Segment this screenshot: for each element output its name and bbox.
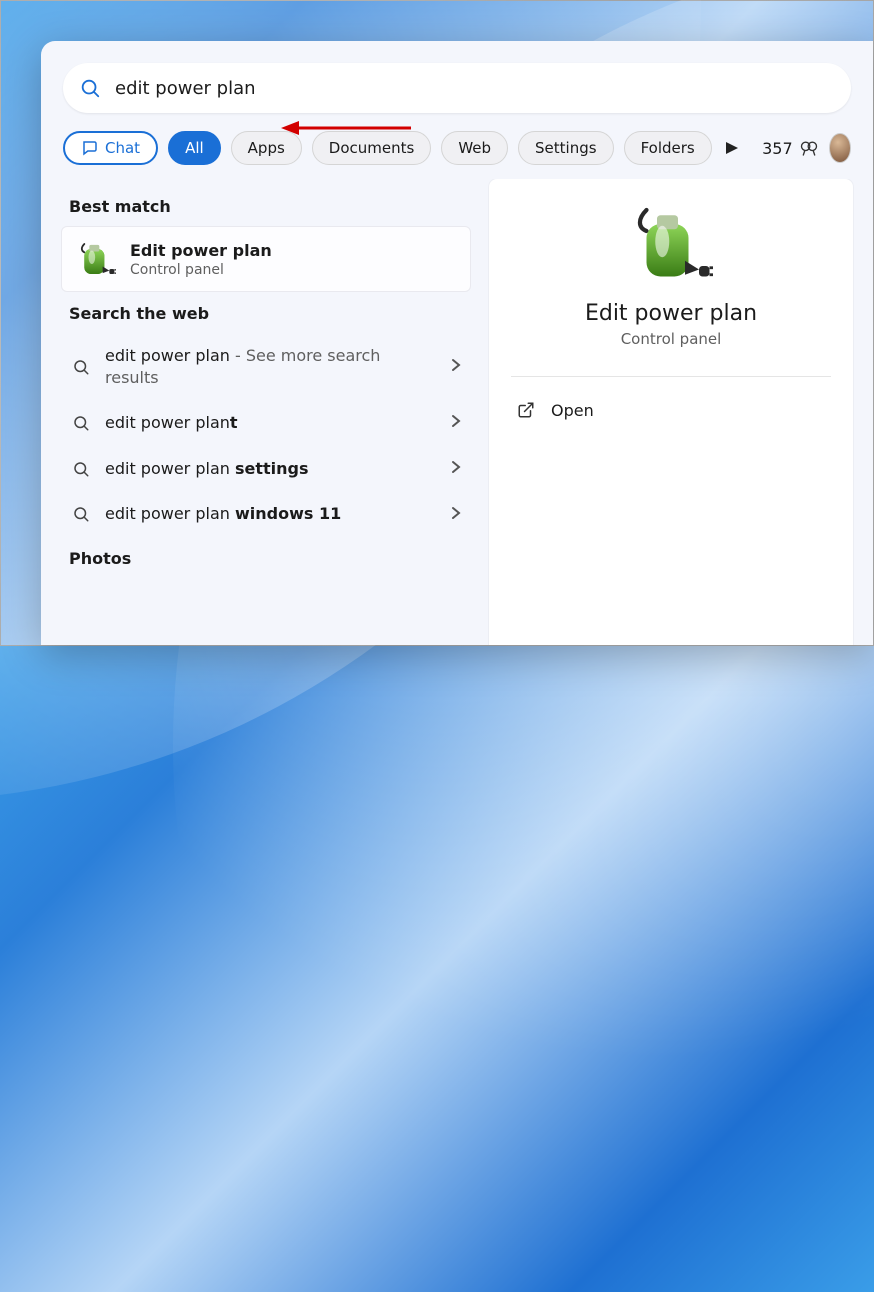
filter-label: Web bbox=[458, 139, 491, 157]
divider bbox=[511, 376, 831, 377]
filter-label: Apps bbox=[248, 139, 285, 157]
search-icon bbox=[71, 504, 91, 524]
filter-label: Documents bbox=[329, 139, 415, 157]
preview-panel: Edit power plan Control panel Open bbox=[489, 179, 853, 645]
search-icon bbox=[71, 357, 91, 377]
best-match-title: Edit power plan bbox=[130, 241, 272, 260]
preview-title: Edit power plan bbox=[489, 301, 853, 326]
power-plan-large-icon bbox=[629, 203, 713, 287]
best-match-subtitle: Control panel bbox=[130, 262, 272, 278]
rewards-points[interactable]: 357 bbox=[762, 138, 819, 158]
filter-bar: Chat All Apps Documents Web Settings Fol… bbox=[41, 113, 873, 179]
filter-all[interactable]: All bbox=[168, 131, 221, 165]
filter-folders[interactable]: Folders bbox=[624, 131, 712, 165]
search-icon bbox=[71, 413, 91, 433]
chevron-right-icon bbox=[451, 505, 461, 524]
section-best-match: Best match bbox=[61, 185, 471, 226]
open-action[interactable]: Open bbox=[507, 383, 835, 437]
filter-settings[interactable]: Settings bbox=[518, 131, 614, 165]
filter-more-button[interactable] bbox=[722, 142, 742, 154]
filter-label: Settings bbox=[535, 139, 597, 157]
open-external-icon bbox=[515, 399, 537, 421]
web-search-result[interactable]: edit power plan - See more search result… bbox=[61, 333, 471, 400]
best-match-result[interactable]: Edit power plan Control panel bbox=[61, 226, 471, 292]
windows-search-panel: Chat All Apps Documents Web Settings Fol… bbox=[41, 41, 873, 645]
web-result-text: edit power plan windows 11 bbox=[105, 503, 437, 525]
chevron-right-icon bbox=[451, 459, 461, 478]
filter-label: Folders bbox=[641, 139, 695, 157]
rewards-count: 357 bbox=[762, 139, 793, 158]
filter-label: Chat bbox=[105, 139, 140, 157]
web-result-text: edit power plan settings bbox=[105, 458, 437, 480]
web-result-text: edit power plant bbox=[105, 412, 437, 434]
search-icon bbox=[79, 77, 101, 99]
web-search-result[interactable]: edit power plan windows 11 bbox=[61, 491, 471, 537]
filter-label: All bbox=[185, 139, 204, 157]
filter-web[interactable]: Web bbox=[441, 131, 508, 165]
preview-subtitle: Control panel bbox=[489, 330, 853, 348]
bing-chat-icon bbox=[81, 139, 99, 157]
section-search-web: Search the web bbox=[61, 292, 471, 333]
caret-right-icon bbox=[726, 142, 738, 154]
results-column: Best match bbox=[61, 179, 471, 645]
user-avatar[interactable] bbox=[829, 133, 851, 163]
web-result-text: edit power plan - See more search result… bbox=[105, 345, 437, 388]
search-icon bbox=[71, 459, 91, 479]
rewards-medal-icon bbox=[799, 138, 819, 158]
open-label: Open bbox=[551, 401, 594, 420]
chevron-right-icon bbox=[451, 357, 461, 376]
chevron-right-icon bbox=[451, 413, 461, 432]
filter-apps[interactable]: Apps bbox=[231, 131, 302, 165]
power-plan-icon bbox=[76, 239, 116, 279]
section-photos: Photos bbox=[61, 537, 471, 578]
web-search-result[interactable]: edit power plan settings bbox=[61, 446, 471, 492]
filter-chat[interactable]: Chat bbox=[63, 131, 158, 165]
web-search-result[interactable]: edit power plant bbox=[61, 400, 471, 446]
search-box[interactable] bbox=[63, 63, 851, 113]
search-input[interactable] bbox=[113, 77, 835, 100]
filter-documents[interactable]: Documents bbox=[312, 131, 432, 165]
